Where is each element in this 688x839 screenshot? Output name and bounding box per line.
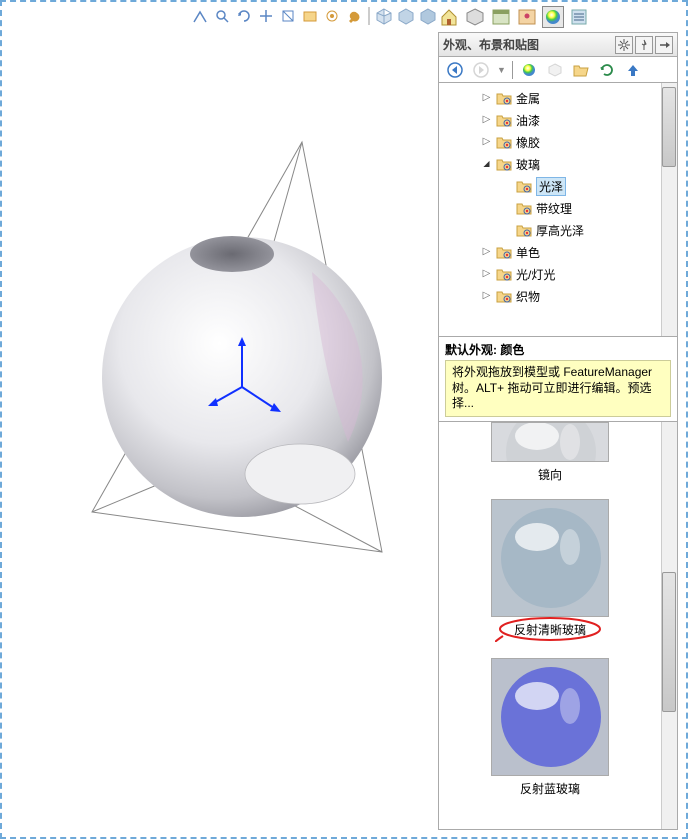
refresh-icon[interactable] bbox=[597, 60, 617, 80]
toolbar-separator bbox=[368, 7, 370, 25]
folder-icon bbox=[496, 91, 512, 105]
section-icon[interactable] bbox=[278, 6, 298, 26]
expander-icon[interactable]: ▷ bbox=[481, 115, 492, 126]
folder-open-icon[interactable] bbox=[571, 60, 591, 80]
zoom-area-icon[interactable] bbox=[212, 6, 232, 26]
rotate-icon[interactable] bbox=[234, 6, 254, 26]
folder-icon bbox=[496, 113, 512, 127]
up-level-icon[interactable] bbox=[623, 60, 643, 80]
expander-icon[interactable]: ▷ bbox=[481, 93, 492, 104]
folder-icon bbox=[496, 267, 512, 281]
expander-icon bbox=[501, 203, 512, 214]
tree-scroll-thumb[interactable] bbox=[662, 87, 676, 167]
tree-item-label: 玻璃 bbox=[516, 156, 540, 173]
cube-tab-icon[interactable] bbox=[464, 6, 486, 28]
pin-icon[interactable] bbox=[635, 36, 653, 54]
folder-icon bbox=[516, 223, 532, 237]
nav-separator bbox=[512, 61, 513, 79]
swatch-2[interactable]: 反射蓝玻璃 bbox=[491, 658, 609, 797]
default-appearance-label: 默认外观: 颜色 bbox=[445, 341, 671, 358]
tree-item-label: 光泽 bbox=[536, 177, 566, 196]
expander-icon[interactable]: ▷ bbox=[481, 247, 492, 258]
tree-item-0[interactable]: ▷ 金属 bbox=[441, 87, 675, 109]
zoom-fit-icon[interactable] bbox=[190, 6, 210, 26]
panel-nav: ▼ bbox=[439, 57, 677, 83]
expander-icon[interactable]: ◢ bbox=[481, 159, 492, 170]
tree-item-1[interactable]: ▷ 油漆 bbox=[441, 109, 675, 131]
3d-viewport[interactable] bbox=[12, 32, 432, 822]
app-frame: 外观、布景和贴图 ▼ ▷ 金属 ▷ 油漆 ▷ 橡胶 ◢ 玻璃光泽带纹理厚高光泽 ▷ 单色 ▷ 光/灯光… bbox=[0, 0, 688, 839]
tree-item-label: 厚高光泽 bbox=[536, 222, 584, 239]
folder-icon bbox=[516, 179, 532, 193]
hint-box: 将外观拖放到模型或 FeatureManager 树。ALT+ 拖动可立即进行编… bbox=[445, 360, 671, 417]
dropdown-arrow-icon[interactable]: ▼ bbox=[497, 65, 506, 75]
task-panel: 外观、布景和贴图 ▼ ▷ 金属 ▷ 油漆 ▷ 橡胶 ◢ 玻璃光泽带纹理厚高光泽 ▷ 单色 ▷ 光/灯光… bbox=[438, 32, 678, 830]
display-style-icon[interactable] bbox=[300, 6, 320, 26]
home-icon[interactable] bbox=[438, 6, 460, 28]
expander-icon[interactable]: ▷ bbox=[481, 269, 492, 280]
back-button[interactable] bbox=[445, 60, 465, 80]
tree-item-6[interactable]: 厚高光泽 bbox=[441, 219, 675, 241]
tree-item-3[interactable]: ◢ 玻璃 bbox=[441, 153, 675, 175]
swatch-preview bbox=[491, 499, 609, 617]
view-toolbar bbox=[190, 6, 438, 26]
gallery-scrollbar[interactable] bbox=[661, 422, 677, 829]
tree-item-label: 织物 bbox=[516, 288, 540, 305]
swatch-preview bbox=[491, 658, 609, 776]
tree-item-2[interactable]: ▷ 橡胶 bbox=[441, 131, 675, 153]
status-bar: 默认外观: 颜色 将外观拖放到模型或 FeatureManager 树。ALT+… bbox=[439, 337, 677, 422]
list-tab-icon[interactable] bbox=[568, 6, 590, 28]
tree-item-label: 带纹理 bbox=[536, 200, 572, 217]
tree-item-4[interactable]: 光泽 bbox=[441, 175, 675, 197]
tree-item-label: 金属 bbox=[516, 90, 540, 107]
swatch-preview bbox=[491, 422, 609, 462]
scene-cube-icon[interactable] bbox=[545, 60, 565, 80]
panel-title: 外观、布景和贴图 bbox=[443, 36, 539, 53]
tree-scrollbar[interactable] bbox=[661, 83, 677, 336]
popout-icon[interactable] bbox=[655, 36, 673, 54]
appearance-sphere-icon[interactable] bbox=[519, 60, 539, 80]
gallery-scroll-thumb[interactable] bbox=[662, 572, 676, 712]
tree-item-7[interactable]: ▷ 单色 bbox=[441, 241, 675, 263]
box2-icon[interactable] bbox=[396, 6, 416, 26]
box3-icon[interactable] bbox=[418, 6, 438, 26]
panel-header: 外观、布景和贴图 bbox=[439, 33, 677, 57]
swatch-caption: 镜向 bbox=[491, 466, 609, 483]
appearance-tree[interactable]: ▷ 金属 ▷ 油漆 ▷ 橡胶 ◢ 玻璃光泽带纹理厚高光泽 ▷ 单色 ▷ 光/灯光 ▷ 织物 bbox=[439, 83, 677, 337]
swatch-1[interactable]: 反射清晰玻璃 bbox=[491, 499, 609, 642]
person-tab-icon[interactable] bbox=[516, 6, 538, 28]
folder-icon bbox=[496, 135, 512, 149]
wrench-icon[interactable] bbox=[344, 6, 364, 26]
folder-icon bbox=[516, 201, 532, 215]
tree-item-label: 油漆 bbox=[516, 112, 540, 129]
expander-icon bbox=[501, 225, 512, 236]
folder-icon bbox=[496, 289, 512, 303]
appearance-tab-icon[interactable] bbox=[542, 6, 564, 28]
expander-icon bbox=[501, 181, 512, 192]
panel1-icon[interactable] bbox=[490, 6, 512, 28]
swatch-caption: 反射蓝玻璃 bbox=[491, 780, 609, 797]
gear-icon[interactable] bbox=[615, 36, 633, 54]
folder-icon bbox=[496, 157, 512, 171]
box1-icon[interactable] bbox=[374, 6, 394, 26]
tree-item-label: 光/灯光 bbox=[516, 266, 555, 283]
panel-tab-row bbox=[438, 6, 590, 28]
tree-item-8[interactable]: ▷ 光/灯光 bbox=[441, 263, 675, 285]
swatch-0[interactable]: 镜向 bbox=[491, 422, 609, 483]
forward-button[interactable] bbox=[471, 60, 491, 80]
annotation-circle bbox=[495, 616, 605, 642]
tree-item-label: 单色 bbox=[516, 244, 540, 261]
tree-item-5[interactable]: 带纹理 bbox=[441, 197, 675, 219]
folder-icon bbox=[496, 245, 512, 259]
pan-icon[interactable] bbox=[256, 6, 276, 26]
hide-show-icon[interactable] bbox=[322, 6, 342, 26]
tree-item-9[interactable]: ▷ 织物 bbox=[441, 285, 675, 307]
tree-item-label: 橡胶 bbox=[516, 134, 540, 151]
expander-icon[interactable]: ▷ bbox=[481, 137, 492, 148]
expander-icon[interactable]: ▷ bbox=[481, 291, 492, 302]
appearance-gallery: 镜向反射清晰玻璃反射蓝玻璃 bbox=[439, 422, 677, 829]
